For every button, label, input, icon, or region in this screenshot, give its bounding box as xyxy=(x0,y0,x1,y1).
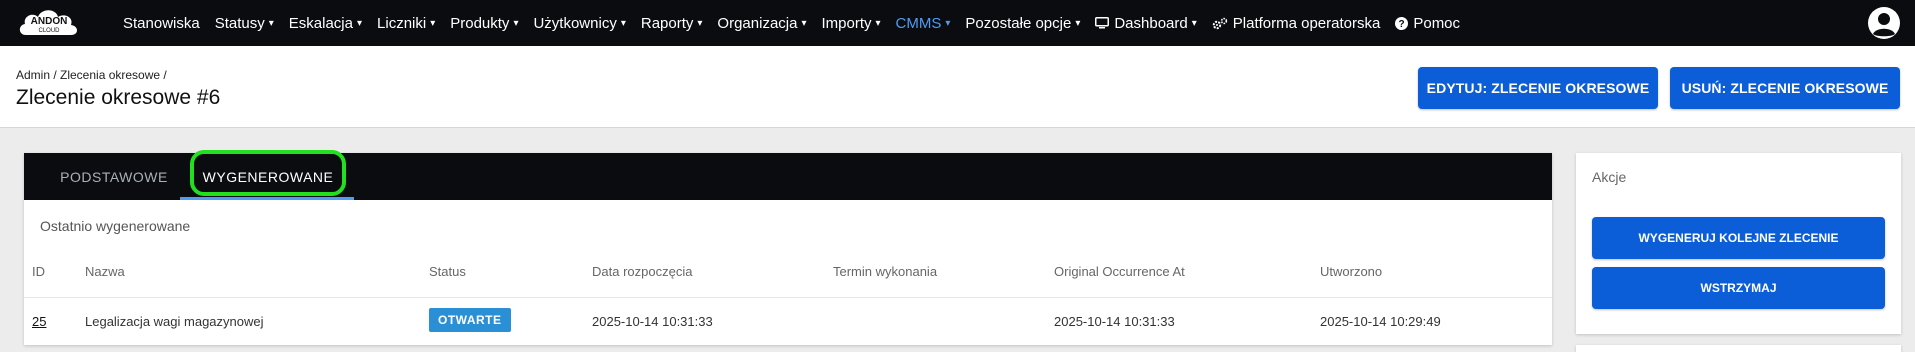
andon-cloud-logo[interactable]: ANDON CLOUD xyxy=(14,3,84,43)
nav-item-label: Importy xyxy=(821,14,872,32)
actions-title: Akcje xyxy=(1592,169,1627,185)
gears-icon xyxy=(1212,17,1228,30)
caret-down-icon: ▾ xyxy=(268,17,274,29)
nav-item-label: Organizacja xyxy=(717,14,798,32)
caret-down-icon: ▾ xyxy=(697,17,703,29)
section-title: Ostatnio wygenerowane xyxy=(40,218,191,234)
column-header-created: Utworzono xyxy=(1320,264,1383,279)
caret-down-icon: ▾ xyxy=(1075,17,1081,29)
caret-down-icon: ▾ xyxy=(620,17,626,29)
status-badge: OTWARTE xyxy=(429,308,511,332)
nav-item-statusy[interactable]: Statusy ▾ xyxy=(215,15,274,32)
nav-item-label: Platforma operatorska xyxy=(1232,14,1381,32)
nav-item-produkty[interactable]: Produkty ▾ xyxy=(450,15,518,32)
nav-item-label: Liczniki xyxy=(377,14,427,32)
svg-text:CLOUD: CLOUD xyxy=(38,28,60,34)
caret-down-icon: ▾ xyxy=(356,17,363,29)
breadcrumb[interactable]: Admin / Zlecenia okresowe / xyxy=(16,68,167,82)
nav-item-label: Eskalacja xyxy=(288,14,353,32)
nav-item-organizacja[interactable]: Organizacja ▾ xyxy=(717,15,806,32)
order-original-occurrence: 2025-10-14 10:31:33 xyxy=(1054,314,1175,329)
caret-down-icon: ▾ xyxy=(430,17,436,29)
svg-text:?: ? xyxy=(1399,19,1405,30)
column-header-original-occurrence: Original Occurrence At xyxy=(1054,264,1185,279)
highlight-outline xyxy=(190,150,346,196)
user-account-icon[interactable] xyxy=(1867,6,1901,40)
nav-item-uzytkownicy[interactable]: Użytkownicy ▾ xyxy=(533,15,625,32)
nav-item-label: Pomoc xyxy=(1413,14,1461,32)
caret-down-icon: ▾ xyxy=(945,17,951,29)
order-start-date: 2025-10-14 10:31:33 xyxy=(592,314,713,329)
caret-down-icon: ▾ xyxy=(801,17,807,29)
order-created-at: 2025-10-14 10:29:49 xyxy=(1320,314,1441,329)
nav-item-cmms[interactable]: CMMS ▾ xyxy=(896,15,951,32)
column-header-status: Status xyxy=(429,264,466,279)
nav-item-importy[interactable]: Importy ▾ xyxy=(822,15,881,32)
column-header-id: ID xyxy=(32,264,45,279)
column-header-due-date: Termin wykonania xyxy=(833,264,938,279)
nav-item-dashboard[interactable]: Dashboard ▾ xyxy=(1095,14,1197,32)
column-header-start-date: Data rozpoczęcia xyxy=(592,264,693,279)
table-row: 25 Legalizacja wagi magazynowej OTWARTE … xyxy=(24,299,1552,345)
actions-panel: Akcje WYGENERUJ KOLEJNE ZLECENIE WSTRZYM… xyxy=(1576,153,1901,334)
nav-item-label: Raporty xyxy=(640,14,694,32)
monitor-icon xyxy=(1095,17,1110,29)
question-circle-icon: ? xyxy=(1395,16,1409,30)
nav-item-label: Pozostałe opcje xyxy=(965,14,1072,32)
caret-down-icon: ▾ xyxy=(1191,17,1197,29)
nav-item-label: CMMS xyxy=(895,14,942,32)
nav-item-label: Produkty xyxy=(450,14,510,32)
tab-podstawowe[interactable]: PODSTAWOWE xyxy=(54,153,174,200)
tabs-bar: PODSTAWOWE WYGENEROWANE xyxy=(24,150,1552,200)
edit-periodic-order-button[interactable]: EDYTUJ: ZLECENIE OKRESOWE xyxy=(1418,67,1658,109)
nav-item-label: Dashboard xyxy=(1114,14,1188,32)
nav-item-eskalacja[interactable]: Eskalacja ▾ xyxy=(289,15,362,32)
hold-button[interactable]: WSTRZYMAJ xyxy=(1592,267,1885,309)
svg-text:ANDON: ANDON xyxy=(31,16,68,27)
page-header: Admin / Zlecenia okresowe / Zlecenie okr… xyxy=(0,46,1915,128)
nav-item-raporty[interactable]: Raporty ▾ xyxy=(641,15,703,32)
generated-orders-card: PODSTAWOWE WYGENEROWANE Ostatnio wygener… xyxy=(24,150,1552,345)
order-name: Legalizacja wagi magazynowej xyxy=(85,314,264,329)
nav-item-platforma-operatorska[interactable]: Platforma operatorska xyxy=(1212,14,1381,32)
secondary-panel xyxy=(1576,345,1901,352)
column-header-name: Nazwa xyxy=(85,264,125,279)
nav-item-label: Stanowiska xyxy=(123,14,200,32)
nav-item-label: Użytkownicy xyxy=(533,14,617,32)
generate-next-order-button[interactable]: WYGENERUJ KOLEJNE ZLECENIE xyxy=(1592,217,1885,259)
nav-item-stanowiska[interactable]: Stanowiska xyxy=(123,15,200,32)
caret-down-icon: ▾ xyxy=(875,17,881,29)
nav-item-pozostale-opcje[interactable]: Pozostałe opcje ▾ xyxy=(965,15,1080,32)
order-id-link[interactable]: 25 xyxy=(32,314,46,329)
nav-item-liczniki[interactable]: Liczniki ▾ xyxy=(377,15,435,32)
nav-item-label: Statusy xyxy=(214,14,265,32)
main-menu: Stanowiska Statusy ▾ Eskalacja ▾ Licznik… xyxy=(123,0,1475,46)
table-header: ID Nazwa Status Data rozpoczęcia Termin … xyxy=(24,264,1552,298)
nav-item-pomoc[interactable]: ? Pomoc xyxy=(1395,15,1460,32)
top-navbar: ANDON CLOUD Stanowiska Statusy ▾ Eskalac… xyxy=(0,0,1915,46)
delete-periodic-order-button[interactable]: USUŃ: ZLECENIE OKRESOWE xyxy=(1670,67,1900,109)
page-title: Zlecenie okresowe #6 xyxy=(16,86,221,109)
caret-down-icon: ▾ xyxy=(513,17,519,29)
active-tab-indicator xyxy=(180,197,354,200)
